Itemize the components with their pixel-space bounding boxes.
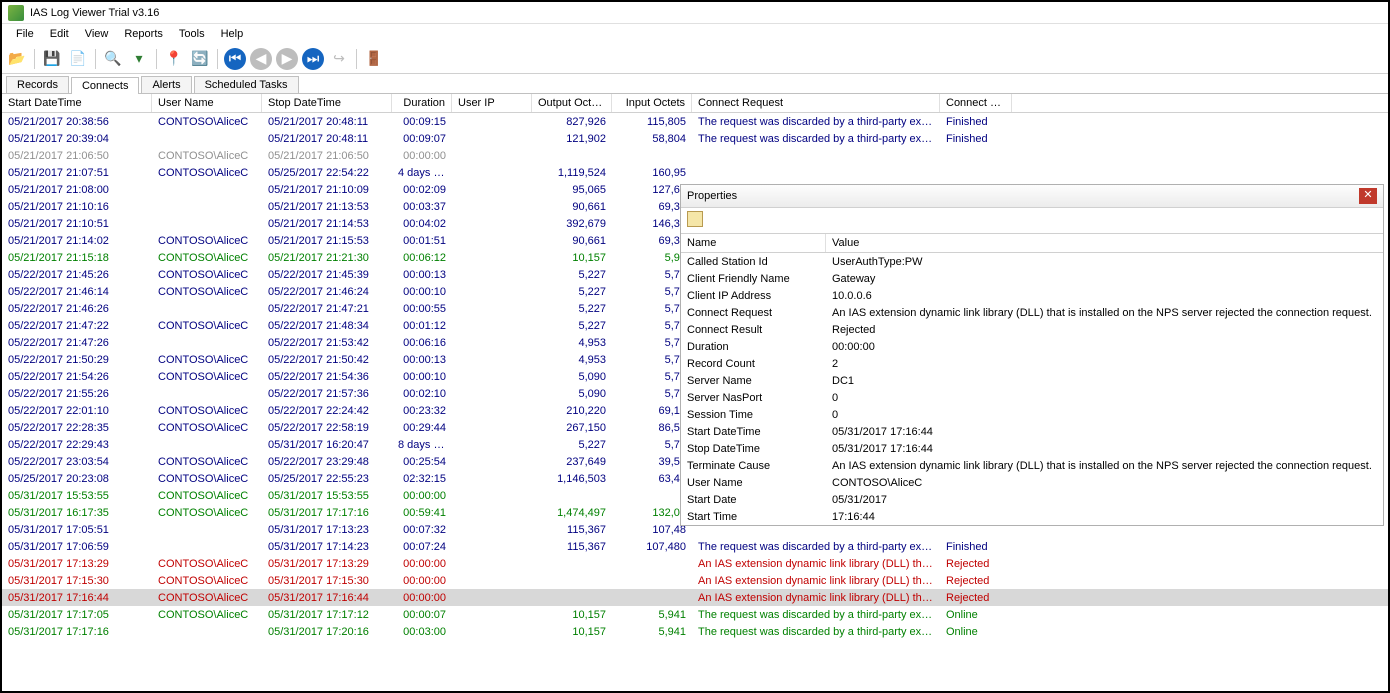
property-row[interactable]: Connect RequestAn IAS extension dynamic … xyxy=(681,304,1383,321)
table-row[interactable]: 05/21/2017 21:06:50CONTOSO\AliceC05/21/2… xyxy=(2,147,1388,164)
col-userip[interactable]: User IP xyxy=(452,94,532,112)
table-row[interactable]: 05/21/2017 20:38:56CONTOSO\AliceC05/21/2… xyxy=(2,113,1388,130)
card-icon[interactable] xyxy=(687,211,703,227)
report-icon[interactable]: 📄 xyxy=(67,48,89,70)
col-user[interactable]: User Name xyxy=(152,94,262,112)
redo-icon[interactable]: ↪ xyxy=(328,48,350,70)
menu-tools[interactable]: Tools xyxy=(171,26,213,42)
prev-icon[interactable]: ◀ xyxy=(250,48,272,70)
property-row[interactable]: Client IP Address10.0.0.6 xyxy=(681,287,1383,304)
tab-scheduled[interactable]: Scheduled Tasks xyxy=(194,76,299,93)
table-row[interactable]: 05/21/2017 20:39:0405/21/2017 20:48:1100… xyxy=(2,130,1388,147)
table-row[interactable]: 05/21/2017 21:07:51CONTOSO\AliceC05/25/2… xyxy=(2,164,1388,181)
properties-toolbar xyxy=(681,208,1383,234)
window-title: IAS Log Viewer Trial v3.16 xyxy=(30,7,159,19)
refresh-icon[interactable]: 🔄 xyxy=(189,48,211,70)
col-request[interactable]: Connect Request xyxy=(692,94,940,112)
table-row[interactable]: 05/31/2017 17:15:30CONTOSO\AliceC05/31/2… xyxy=(2,572,1388,589)
col-stop[interactable]: Stop DateTime xyxy=(262,94,392,112)
col-duration[interactable]: Duration xyxy=(392,94,452,112)
tab-connects[interactable]: Connects xyxy=(71,77,139,94)
property-row[interactable]: Start Date05/31/2017 xyxy=(681,491,1383,508)
menu-reports[interactable]: Reports xyxy=(116,26,171,42)
toolbar: 📂 💾 📄 🔍 ▾ 📍 🔄 ⏮ ◀ ▶ ⏭ ↪ 🚪 xyxy=(2,44,1388,74)
search-icon[interactable]: 🔍 xyxy=(102,48,124,70)
first-icon[interactable]: ⏮ xyxy=(224,48,246,70)
property-row[interactable]: Record Count2 xyxy=(681,355,1383,372)
properties-panel: Properties ✕ Name Value Called Station I… xyxy=(680,184,1384,526)
open-icon[interactable]: 📂 xyxy=(6,48,28,70)
table-row[interactable]: 05/31/2017 17:16:44CONTOSO\AliceC05/31/2… xyxy=(2,589,1388,606)
property-row[interactable]: Session Time0 xyxy=(681,406,1383,423)
table-row[interactable]: 05/31/2017 17:17:1605/31/2017 17:20:1600… xyxy=(2,623,1388,640)
table-row[interactable]: 05/31/2017 17:13:29CONTOSO\AliceC05/31/2… xyxy=(2,555,1388,572)
menu-view[interactable]: View xyxy=(77,26,117,42)
close-icon[interactable]: ✕ xyxy=(1359,188,1377,204)
property-row[interactable]: Server NasPort0 xyxy=(681,389,1383,406)
prop-col-name[interactable]: Name xyxy=(681,234,826,252)
property-row[interactable]: Client Friendly NameGateway xyxy=(681,270,1383,287)
save-icon[interactable]: 💾 xyxy=(41,48,63,70)
property-row[interactable]: Start DateTime05/31/2017 17:16:44 xyxy=(681,423,1383,440)
exit-icon[interactable]: 🚪 xyxy=(363,48,385,70)
menu-edit[interactable]: Edit xyxy=(42,26,77,42)
menubar: File Edit View Reports Tools Help xyxy=(2,24,1388,44)
property-row[interactable]: User NameCONTOSO\AliceC xyxy=(681,474,1383,491)
table-row[interactable]: 05/31/2017 17:06:5905/31/2017 17:14:2300… xyxy=(2,538,1388,555)
menu-file[interactable]: File xyxy=(8,26,42,42)
property-row[interactable]: Connect ResultRejected xyxy=(681,321,1383,338)
prop-col-value[interactable]: Value xyxy=(826,234,1383,252)
tab-alerts[interactable]: Alerts xyxy=(141,76,191,93)
property-row[interactable]: Duration00:00:00 xyxy=(681,338,1383,355)
property-row[interactable]: Terminate CauseAn IAS extension dynamic … xyxy=(681,457,1383,474)
col-result[interactable]: Connect Re... xyxy=(940,94,1012,112)
menu-help[interactable]: Help xyxy=(213,26,252,42)
tab-records[interactable]: Records xyxy=(6,76,69,93)
property-row[interactable]: Start Time17:16:44 xyxy=(681,508,1383,525)
property-row[interactable]: Server NameDC1 xyxy=(681,372,1383,389)
properties-body[interactable]: Called Station IdUserAuthType:PWClient F… xyxy=(681,253,1383,525)
pin-icon[interactable]: 📍 xyxy=(163,48,185,70)
property-row[interactable]: Stop DateTime05/31/2017 17:16:44 xyxy=(681,440,1383,457)
tab-bar: Records Connects Alerts Scheduled Tasks xyxy=(2,74,1388,94)
next-icon[interactable]: ▶ xyxy=(276,48,298,70)
table-row[interactable]: 05/31/2017 17:17:05CONTOSO\AliceC05/31/2… xyxy=(2,606,1388,623)
app-icon xyxy=(8,5,24,21)
col-output[interactable]: Output Octets xyxy=(532,94,612,112)
col-input[interactable]: Input Octets xyxy=(612,94,692,112)
titlebar: IAS Log Viewer Trial v3.16 xyxy=(2,2,1388,24)
properties-title: Properties xyxy=(687,190,737,202)
grid-header: Start DateTime User Name Stop DateTime D… xyxy=(2,94,1388,113)
col-start[interactable]: Start DateTime xyxy=(2,94,152,112)
filter-icon[interactable]: ▾ xyxy=(128,48,150,70)
property-row[interactable]: Called Station IdUserAuthType:PW xyxy=(681,253,1383,270)
last-icon[interactable]: ⏭ xyxy=(302,48,324,70)
properties-header: Name Value xyxy=(681,234,1383,253)
